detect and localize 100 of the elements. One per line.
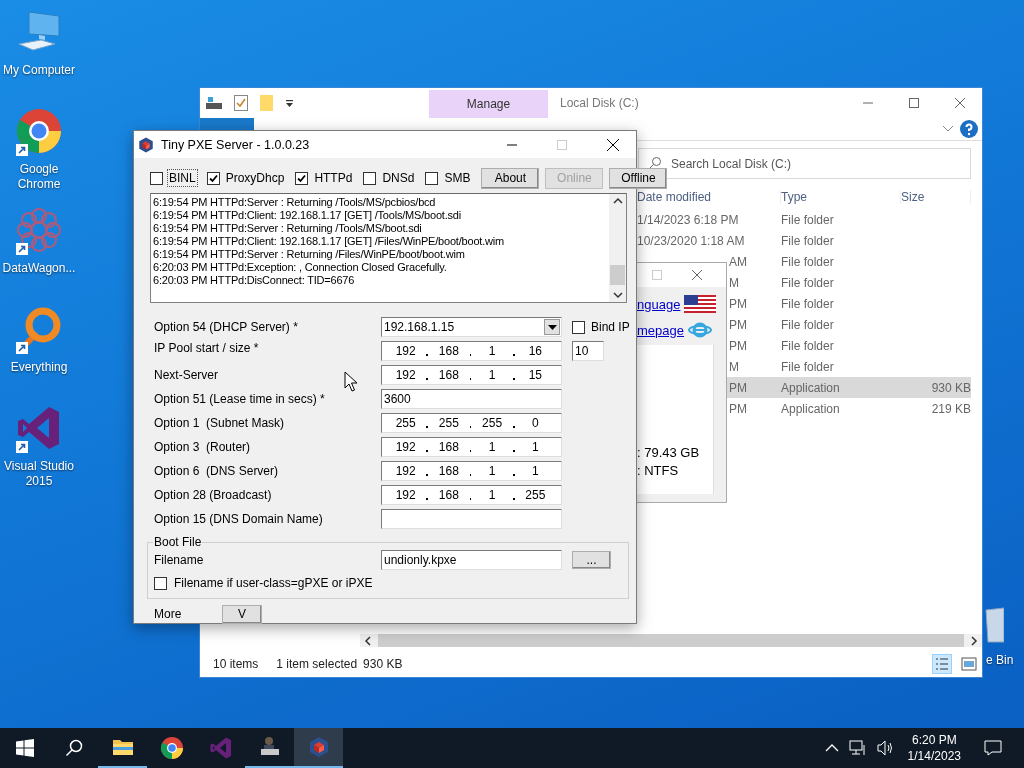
pool-size-field[interactable]: 10 [572, 341, 604, 361]
type-cell-text: Application [781, 380, 841, 395]
scroll-down-icon[interactable] [612, 291, 623, 299]
type-cell-text: Application [781, 401, 841, 416]
column-header[interactable]: Size [901, 190, 971, 204]
date-cell: PM [729, 317, 747, 332]
ip-address-field[interactable]: 192 168 1 1 [381, 437, 562, 457]
desktop-icon-label[interactable]: My Computer [1, 63, 77, 78]
checkbox-label[interactable]: HTTPd [312, 169, 355, 187]
desktop-icon-label[interactable]: Everything [1, 360, 77, 375]
status-text: 1 item selected [276, 657, 358, 671]
maximize-icon [651, 269, 663, 281]
clock[interactable]: 6:20 PM 1/14/2023 [907, 732, 961, 764]
contextual-tab[interactable]: Manage [429, 90, 548, 118]
vertical-scrollbar[interactable] [609, 194, 626, 302]
window-title: Tiny PXE Server - 1.0.0.23 [161, 137, 310, 152]
caret-icon [547, 324, 557, 330]
field-label: Option 15 (DNS Domain Name) [154, 512, 323, 526]
close-icon[interactable] [606, 137, 620, 152]
status-text: 930 KB [363, 657, 403, 671]
ip-address-field[interactable]: 192 168 1 16 [381, 341, 562, 361]
type-cell-text: File folder [781, 338, 835, 353]
checkbox[interactable] [206, 171, 220, 185]
more-button[interactable]: V [222, 604, 262, 624]
ip-address-field[interactable]: 192 168 1 255 [381, 485, 562, 505]
field-label: Option 51 (Lease time in secs) * [154, 392, 325, 406]
log-line: 6:19:54 PM HTTPd:Server : Returning /Tools/MS/boot.sdi [153, 222, 423, 235]
checkbox-label[interactable]: DNSd [380, 169, 417, 187]
date-cell: AM [729, 254, 747, 269]
type-cell-text: File folder [781, 317, 835, 332]
large-icons-view-icon[interactable] [960, 656, 978, 672]
checkbox-label[interactable]: ProxyDhcp [223, 169, 287, 187]
checkbox[interactable] [154, 576, 167, 590]
browse-button[interactable]: ... [572, 551, 611, 569]
checkbox-label[interactable]: SMB [442, 169, 473, 187]
scroll-thumb[interactable] [610, 265, 625, 285]
checkbox[interactable] [150, 171, 163, 185]
ip-address-field[interactable]: 192 168 1 15 [381, 365, 562, 385]
type-cell-text: File folder [781, 359, 835, 374]
group-title: Boot File [153, 535, 203, 549]
network-icon[interactable] [848, 740, 867, 756]
field-label: Filename [154, 553, 205, 567]
dropdown-field[interactable]: 192.168.1.15 [381, 317, 562, 337]
speaker-icon[interactable] [876, 740, 895, 756]
browser-icon [15, 107, 63, 155]
maximize-icon[interactable] [908, 97, 920, 109]
checkbox[interactable] [572, 320, 585, 334]
taskbar-app[interactable] [294, 728, 343, 768]
horizontal-scrollbar[interactable] [360, 634, 982, 647]
ip-address-field[interactable]: 192 168 1 1 [381, 461, 562, 481]
scroll-left-icon[interactable] [364, 635, 372, 646]
log-line: 6:19:54 PM HTTPd:Server : Returning /Tools/MS/pcbios/bcd [153, 196, 437, 209]
field-label: Next-Server [154, 368, 218, 382]
filename-field[interactable]: undionly.kpxe [381, 550, 562, 570]
action-button[interactable]: Offline [609, 167, 668, 189]
checklist-icon[interactable] [234, 95, 248, 111]
checkbox[interactable] [363, 171, 377, 185]
type-cell-text: File folder [781, 212, 835, 227]
size-cell: 219 KB [931, 401, 971, 416]
desktop-icon-label[interactable]: e Bin [986, 653, 1014, 667]
snowflake-icon [15, 206, 63, 254]
column-header[interactable]: Type [781, 190, 901, 204]
date-cell: M [729, 359, 739, 374]
link[interactable]: nguage [637, 296, 681, 312]
link[interactable]: mepage [637, 322, 684, 338]
field-label: Option 6 (DNS Server) [154, 464, 279, 478]
checkbox[interactable] [295, 171, 309, 185]
log-line: 6:20:03 PM HTTPd:Exception: , Connection Closed Gracefully. [153, 261, 448, 274]
ip-address-field[interactable]: 255 255 255 0 [381, 413, 562, 433]
help-icon[interactable] [960, 120, 978, 138]
type-cell-text: File folder [781, 296, 835, 311]
checkbox-label[interactable]: BINL [167, 169, 198, 187]
checkbox-label[interactable]: Filename if user-class=gPXE or iPXE [172, 574, 375, 592]
log-box[interactable] [150, 193, 627, 303]
chevron-down-icon[interactable] [942, 125, 954, 133]
date-cell: PM [729, 401, 747, 416]
checkbox-label[interactable]: Bind IP [589, 318, 632, 336]
browser-icon [159, 736, 184, 760]
text-field[interactable]: 3600 [381, 389, 562, 409]
drive-icon[interactable] [206, 96, 222, 110]
notification-icon[interactable] [984, 740, 1002, 756]
log-line: 6:19:54 PM HTTPd:Client: 192.168.1.17 [GET] /Files/WinPE/boot/boot.wim [153, 235, 505, 248]
checkbox[interactable] [425, 171, 439, 185]
details-view-icon[interactable] [932, 654, 952, 674]
caret-icon[interactable] [285, 98, 294, 108]
text-field[interactable] [381, 509, 562, 529]
desktop-icon-label[interactable]: Visual Studio 2015 [1, 459, 77, 489]
file-row[interactable]: 1/14/2023 6:18 PM File folder [633, 209, 971, 230]
desktop-icon-label[interactable]: DataWagon... [1, 261, 77, 276]
scroll-up-icon[interactable] [612, 197, 623, 205]
file-row[interactable]: 10/23/2020 1:18 AM File folder [633, 230, 971, 251]
cursor-icon [344, 371, 358, 392]
desktop-icon-label[interactable]: Google Chrome [1, 162, 77, 192]
action-button[interactable]: About [481, 167, 540, 189]
search-icon [64, 739, 83, 757]
field-label: Option 3 (Router) [154, 440, 251, 454]
chevron-up-icon[interactable] [824, 743, 839, 753]
scroll-right-icon[interactable] [970, 635, 978, 646]
maximize-icon [556, 138, 568, 151]
date-cell: PM [729, 338, 747, 353]
